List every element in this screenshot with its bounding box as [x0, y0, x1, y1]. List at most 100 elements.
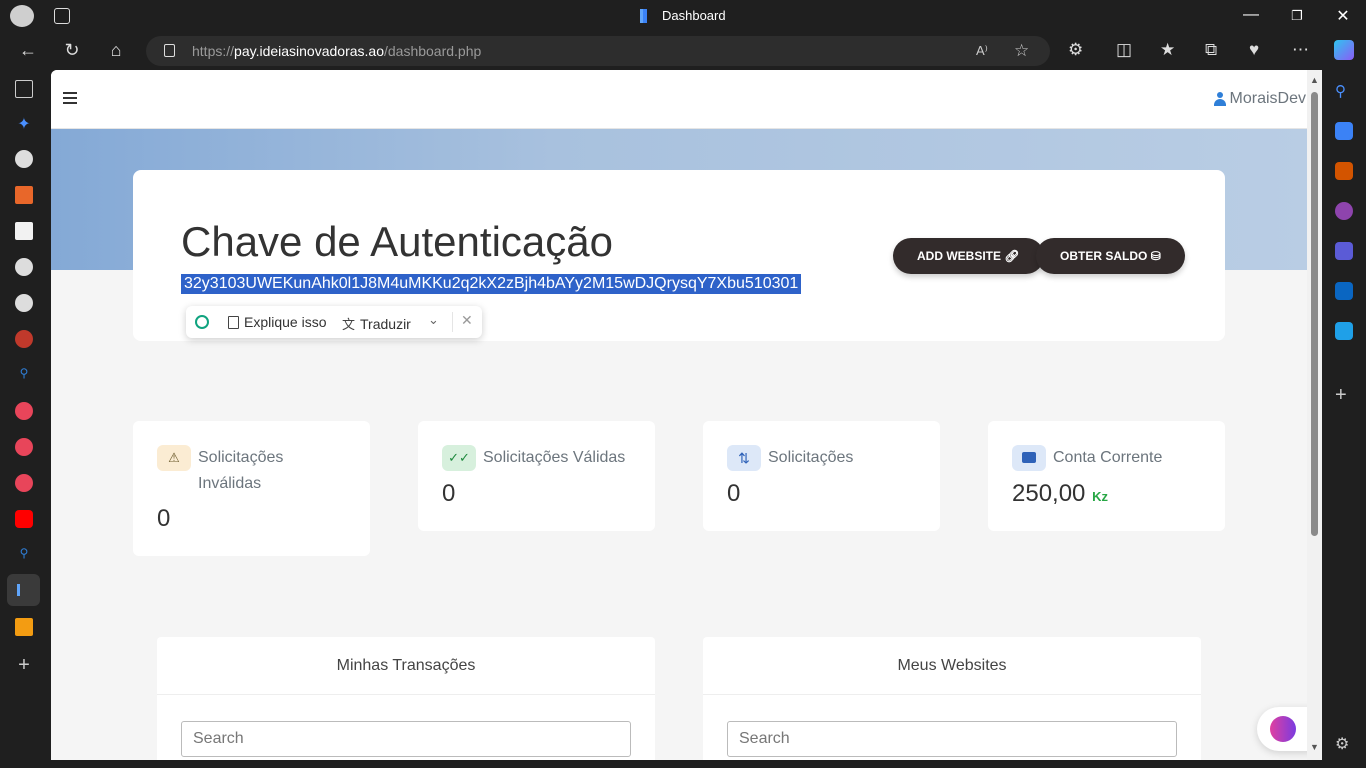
- panel-title: Meus Websites: [703, 637, 1201, 695]
- user-menu[interactable]: MoraisDev: [1213, 90, 1306, 108]
- url-path: /dashboard.php: [383, 43, 482, 59]
- explain-button[interactable]: Explique isso: [228, 314, 327, 330]
- window-title: Dashboard: [640, 8, 726, 23]
- panel-title: Minhas Transações: [157, 637, 655, 695]
- tab-actions-icon[interactable]: [54, 8, 70, 24]
- vertical-tabs-sidebar: ✦ ⚲ ⚲ +: [0, 70, 48, 768]
- page-scrollbar[interactable]: ▲ ▼: [1307, 70, 1322, 760]
- page-viewport: MoraisDev Chave de Autenticação 32y3103U…: [51, 70, 1307, 760]
- close-icon[interactable]: ✕: [461, 312, 473, 329]
- tab-icon-red[interactable]: [15, 330, 33, 348]
- stat-card-account: Conta Corrente 250,00 Kz: [988, 421, 1225, 531]
- ai-assistant-button[interactable]: [1257, 707, 1307, 751]
- stat-label: Solicitações Inválidas: [198, 445, 283, 497]
- minimize-icon[interactable]: —: [1236, 6, 1266, 24]
- get-balance-button[interactable]: OBTER SALDO ⛁: [1036, 238, 1185, 274]
- tab-icon-pink-3[interactable]: [15, 474, 33, 492]
- chevron-down-icon[interactable]: ⌄: [428, 312, 439, 328]
- active-tab[interactable]: [7, 574, 40, 606]
- copilot-tab-icon[interactable]: ✦: [15, 114, 33, 133]
- youtube-tab-icon[interactable]: [15, 510, 33, 528]
- lock-icon[interactable]: [164, 44, 175, 57]
- stat-value: 0: [442, 480, 456, 507]
- menu-toggle-icon[interactable]: [63, 92, 77, 107]
- tab-icon-orange[interactable]: [15, 186, 33, 204]
- extensions-icon[interactable]: ⚙: [1068, 40, 1083, 60]
- divider: [452, 312, 453, 332]
- stat-label-line1: Solicitações: [198, 449, 284, 466]
- home-icon[interactable]: ⌂: [104, 40, 128, 61]
- check-icon: ✓✓: [442, 445, 476, 471]
- scrollbar-thumb[interactable]: [1311, 92, 1318, 536]
- shopping-icon[interactable]: [1335, 122, 1353, 140]
- get-balance-label: OBTER SALDO: [1060, 249, 1148, 263]
- scroll-down-icon[interactable]: ▼: [1310, 742, 1319, 752]
- browser-title-bar: Dashboard — ❐ ✕: [0, 0, 1366, 32]
- tab-icon-star[interactable]: [15, 618, 33, 636]
- coins-icon: ⛁: [1150, 249, 1161, 263]
- currency-label: Kz: [1092, 489, 1108, 504]
- favorites-icon[interactable]: ★: [1160, 40, 1175, 60]
- restore-icon[interactable]: ❐: [1282, 8, 1312, 24]
- sidebar-settings-icon[interactable]: ⚙: [1335, 734, 1353, 753]
- wordpress-tab-icon-2[interactable]: [15, 258, 33, 276]
- stat-value-row: 250,00 Kz: [1012, 480, 1108, 508]
- translate-icon: 文: [342, 317, 356, 332]
- drop-icon[interactable]: [1335, 322, 1353, 340]
- games-icon[interactable]: [1335, 202, 1353, 220]
- transactions-panel: Minhas Transações Search: [157, 637, 655, 760]
- tab-icon-w[interactable]: [15, 222, 33, 240]
- microsoft-365-icon[interactable]: [1335, 242, 1353, 260]
- search-tab-icon[interactable]: ⚲: [15, 366, 33, 384]
- tools-icon[interactable]: [1335, 162, 1353, 180]
- window-title-text: Dashboard: [662, 8, 726, 23]
- selection-popup: Explique isso 文 Traduzir ⌄ ✕: [186, 306, 482, 338]
- stat-label-line2: Inválidas: [198, 475, 262, 492]
- window-bottom-edge: [0, 760, 1366, 768]
- search-icon[interactable]: ⚲: [1335, 82, 1353, 100]
- translate-button[interactable]: 文 Traduzir: [342, 314, 411, 333]
- auth-key-value[interactable]: 32y3103UWEKunAhk0l1J8M4uMKKu2q2kX2zBjh4b…: [181, 274, 802, 294]
- refresh-icon[interactable]: ↻: [60, 40, 84, 61]
- address-bar[interactable]: https://pay.ideiasinovadoras.ao/dashboar…: [146, 36, 1050, 66]
- stat-card-requests: ⇅ Solicitações 0: [703, 421, 940, 531]
- edge-sidebar: ⚲ + ⚙: [1322, 70, 1366, 768]
- wordpress-tab-icon-3[interactable]: [15, 294, 33, 312]
- add-sidebar-app-icon[interactable]: +: [1335, 385, 1353, 405]
- close-window-icon[interactable]: ✕: [1328, 6, 1358, 26]
- username: MoraisDev: [1229, 90, 1306, 107]
- url-scheme: https://: [192, 43, 235, 59]
- add-website-button[interactable]: ADD WEBSITE 🔗︎: [893, 238, 1044, 274]
- chatgpt-icon[interactable]: [195, 315, 209, 329]
- tab-panel-icon[interactable]: [15, 80, 33, 98]
- favorite-star-icon[interactable]: ☆: [1014, 36, 1029, 66]
- outlook-icon[interactable]: [1335, 282, 1353, 300]
- websites-search-input[interactable]: Search: [727, 721, 1177, 757]
- top-navbar: MoraisDev: [51, 70, 1307, 129]
- wallet-icon: [1012, 445, 1046, 471]
- split-screen-icon[interactable]: ◫: [1116, 40, 1132, 60]
- scroll-up-icon[interactable]: ▲: [1310, 75, 1319, 85]
- url-host: pay.ideiasinovadoras.ao: [234, 43, 384, 59]
- search-tab-icon-2[interactable]: ⚲: [15, 546, 33, 564]
- stat-label: Solicitações Válidas: [483, 449, 626, 466]
- tab-icon-pink-2[interactable]: [15, 438, 33, 456]
- new-tab-icon[interactable]: +: [15, 655, 33, 675]
- profile-avatar[interactable]: [10, 5, 34, 27]
- stat-value: 250,00: [1012, 480, 1086, 507]
- brain-icon: [1270, 716, 1296, 742]
- read-aloud-icon[interactable]: A⁾: [976, 36, 988, 66]
- back-icon[interactable]: ←: [16, 40, 40, 61]
- collections-icon[interactable]: ⧉: [1205, 40, 1217, 60]
- copilot-icon[interactable]: [1334, 40, 1354, 60]
- translate-label: Traduzir: [360, 315, 411, 332]
- warning-icon: ⚠: [157, 445, 191, 471]
- more-options-icon[interactable]: ⋯: [1292, 40, 1309, 60]
- transactions-search-input[interactable]: Search: [181, 721, 631, 757]
- tab-icon-pink[interactable]: [15, 402, 33, 420]
- websites-panel: Meus Websites Search: [703, 637, 1201, 760]
- stat-value: 0: [157, 505, 171, 532]
- page-title: Chave de Autenticação: [181, 218, 613, 265]
- browser-essentials-icon[interactable]: ♥: [1249, 40, 1259, 60]
- wordpress-tab-icon[interactable]: [15, 150, 33, 168]
